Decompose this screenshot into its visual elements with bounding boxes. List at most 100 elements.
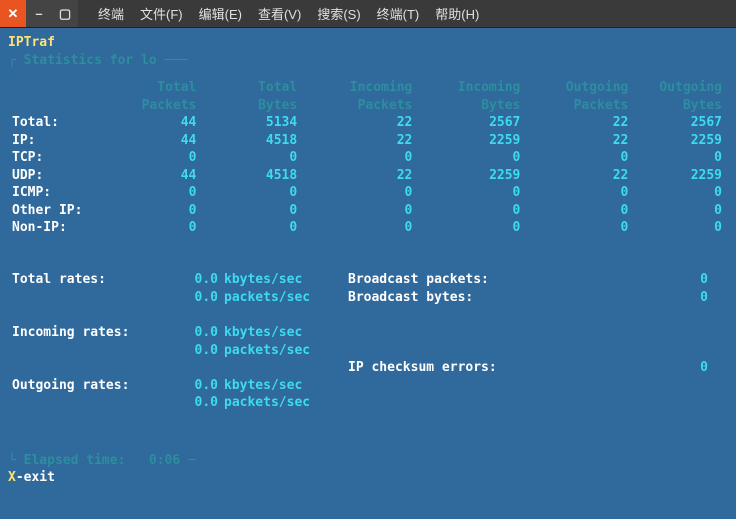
app-menu-bar: 终端 文件(F) 编辑(E) 查看(V) 搜索(S) 终端(T) 帮助(H) <box>92 4 485 23</box>
incoming-rate-pk: 0.0 <box>168 342 218 360</box>
ip-checksum-errors-val: 0 <box>598 359 728 377</box>
cell-value: 5134 <box>202 114 303 132</box>
cell-value: 0 <box>303 202 418 220</box>
cell-value: 2567 <box>634 114 728 132</box>
col-incoming-packets-2: Packets <box>303 97 418 115</box>
ip-checksum-errors-label: IP checksum errors: <box>348 359 598 377</box>
col-total-packets-1: Total <box>102 79 203 97</box>
row-label: Other IP: <box>8 202 102 220</box>
cell-value: 0 <box>634 149 728 167</box>
pk-unit: packets/sec <box>218 289 348 307</box>
header-row-1: Total Total Incoming Incoming Outgoing O… <box>8 79 728 97</box>
cell-value: 2567 <box>418 114 526 132</box>
menu-help[interactable]: 帮助(H) <box>429 4 485 23</box>
terminal-view[interactable]: IPTraf ┌ Statistics for lo ─── Total Tot… <box>0 28 736 519</box>
cell-value: 0 <box>102 202 203 220</box>
stats-frame-label: ┌ Statistics for lo ─── <box>8 52 728 70</box>
menu-search[interactable]: 搜索(S) <box>311 4 366 23</box>
menu-edit[interactable]: 编辑(E) <box>193 4 248 23</box>
cell-value: 0 <box>634 184 728 202</box>
cell-value: 0 <box>102 219 203 237</box>
row-label: Non-IP: <box>8 219 102 237</box>
outgoing-rates-label: Outgoing rates: <box>8 377 168 395</box>
cell-value: 0 <box>303 184 418 202</box>
table-row-icmp: ICMP:000000 <box>8 184 728 202</box>
stats-table: Total Total Incoming Incoming Outgoing O… <box>8 79 728 237</box>
table-row-tcp: TCP:000000 <box>8 149 728 167</box>
broadcast-bytes-val: 0 <box>598 289 728 307</box>
window-minimize-button[interactable]: – <box>26 0 52 27</box>
cell-value: 0 <box>526 184 634 202</box>
row-label: Total: <box>8 114 102 132</box>
cell-value: 44 <box>102 114 203 132</box>
incoming-rates-label: Incoming rates: <box>8 324 168 342</box>
outgoing-rate-kb: 0.0 <box>168 377 218 395</box>
cell-value: 0 <box>526 149 634 167</box>
cell-value: 0 <box>418 202 526 220</box>
cell-value: 0 <box>418 149 526 167</box>
col-outgoing-bytes-1: Outgoing <box>634 79 728 97</box>
col-incoming-bytes-1: Incoming <box>418 79 526 97</box>
broadcast-packets-val: 0 <box>598 271 728 289</box>
cell-value: 2259 <box>418 167 526 185</box>
window-controls: ✕ – ▢ <box>0 0 78 27</box>
window-close-button[interactable]: ✕ <box>0 0 26 27</box>
cell-value: 2259 <box>634 167 728 185</box>
cell-value: 22 <box>526 167 634 185</box>
cell-value: 0 <box>303 149 418 167</box>
cell-value: 0 <box>526 219 634 237</box>
row-label: UDP: <box>8 167 102 185</box>
cell-value: 2259 <box>418 132 526 150</box>
total-rates-label: Total rates: <box>8 271 168 289</box>
cell-value: 0 <box>303 219 418 237</box>
cell-value: 2259 <box>634 132 728 150</box>
cell-value: 44 <box>102 132 203 150</box>
app-title: IPTraf <box>8 34 728 52</box>
cell-value: 4518 <box>202 167 303 185</box>
col-outgoing-bytes-2: Bytes <box>634 97 728 115</box>
table-row-ip: IP:444518222259222259 <box>8 132 728 150</box>
col-incoming-packets-1: Incoming <box>303 79 418 97</box>
broadcast-packets-label: Broadcast packets: <box>348 271 598 289</box>
cell-value: 44 <box>102 167 203 185</box>
col-outgoing-packets-2: Packets <box>526 97 634 115</box>
incoming-rate-kb: 0.0 <box>168 324 218 342</box>
header-row-2: Packets Bytes Packets Bytes Packets Byte… <box>8 97 728 115</box>
menu-terminal[interactable]: 终端 <box>92 4 130 23</box>
cell-value: 22 <box>303 132 418 150</box>
table-row-nonip: Non-IP:000000 <box>8 219 728 237</box>
window-titlebar: ✕ – ▢ 终端 文件(F) 编辑(E) 查看(V) 搜索(S) 终端(T) 帮… <box>0 0 736 28</box>
kb-unit: kbytes/sec <box>218 271 348 289</box>
cell-value: 0 <box>102 149 203 167</box>
cell-value: 0 <box>634 219 728 237</box>
col-total-packets-2: Packets <box>102 97 203 115</box>
window-maximize-button[interactable]: ▢ <box>52 0 78 27</box>
cell-value: 0 <box>102 184 203 202</box>
outgoing-rate-pk: 0.0 <box>168 394 218 412</box>
rates-block: Total rates: 0.0 kbytes/sec Broadcast pa… <box>8 271 728 412</box>
col-total-bytes-2: Bytes <box>202 97 303 115</box>
row-label: ICMP: <box>8 184 102 202</box>
elapsed-time: └ Elapsed time: 0:06 ─ <box>8 452 728 470</box>
cell-value: 22 <box>303 114 418 132</box>
menu-view[interactable]: 查看(V) <box>252 4 307 23</box>
row-label: IP: <box>8 132 102 150</box>
cell-value: 0 <box>202 149 303 167</box>
col-total-bytes-1: Total <box>202 79 303 97</box>
cell-value: 0 <box>202 219 303 237</box>
total-rate-kb: 0.0 <box>168 271 218 289</box>
menu-terminal2[interactable]: 终端(T) <box>371 4 426 23</box>
menu-file[interactable]: 文件(F) <box>134 4 189 23</box>
cell-value: 0 <box>202 202 303 220</box>
exit-key[interactable]: X <box>8 470 16 485</box>
cell-value: 4518 <box>202 132 303 150</box>
cell-value: 0 <box>202 184 303 202</box>
cell-value: 22 <box>526 132 634 150</box>
table-row-otherip: Other IP:000000 <box>8 202 728 220</box>
row-label: TCP: <box>8 149 102 167</box>
total-rate-pk: 0.0 <box>168 289 218 307</box>
cell-value: 0 <box>526 202 634 220</box>
table-row-total: Total:445134222567222567 <box>8 114 728 132</box>
cell-value: 22 <box>526 114 634 132</box>
exit-hint: X-exit <box>8 469 728 487</box>
